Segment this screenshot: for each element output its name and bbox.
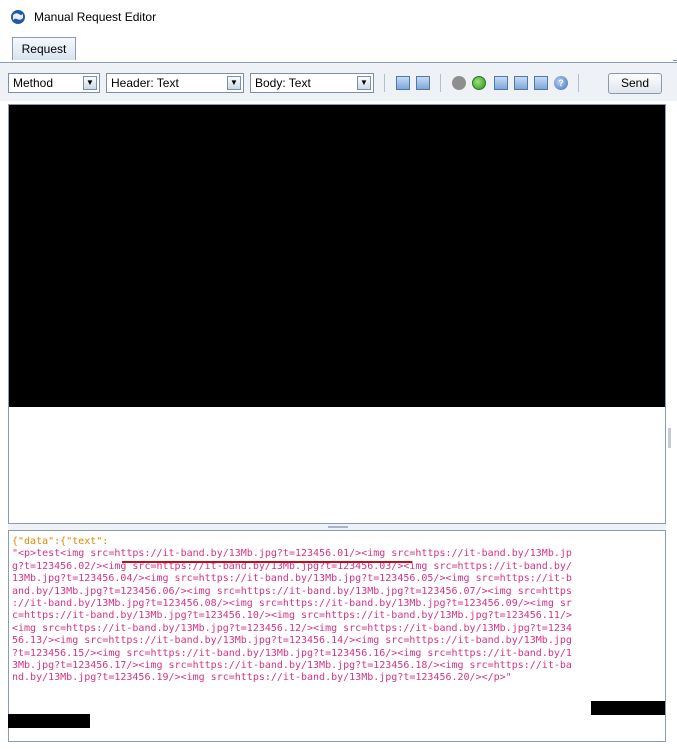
- redacted-block: [591, 701, 665, 715]
- splitter-grip[interactable]: [328, 526, 348, 528]
- annotation-underline: [122, 561, 412, 563]
- body-line: <img src=https://it-band.by/13Mb.jpg?t=1…: [12, 622, 572, 634]
- help-icon[interactable]: ?: [554, 76, 568, 90]
- scrollbar-grip[interactable]: [668, 428, 671, 448]
- redacted-area: [9, 105, 665, 407]
- redacted-block: [8, 714, 90, 728]
- body-line: ://it-band.by/13Mb.jpg?t=123456.08/><img…: [12, 598, 572, 610]
- tab-strip: Request: [0, 34, 677, 63]
- chevron-down-icon[interactable]: ▼: [227, 76, 241, 90]
- split-vertical-icon[interactable]: [416, 76, 430, 90]
- body-line: and.by/13Mb.jpg?t=123456.06/><img src=ht…: [12, 585, 572, 597]
- app-globe-icon: [11, 10, 25, 24]
- toolbar-separator: [384, 74, 385, 92]
- toolbar-separator: [440, 74, 441, 92]
- header-format-select[interactable]: Header: Text ▼: [106, 73, 244, 93]
- toolbar-separator: [578, 74, 579, 92]
- body-format-value: Body: Text: [255, 76, 311, 90]
- body-line: 13Mb.jpg?t=123456.04/><img src=https://i…: [12, 573, 572, 585]
- body-line: "<p>test<img src=https://it-band.by/13Mb…: [12, 548, 572, 560]
- title-bar: Manual Request Editor: [0, 0, 677, 34]
- chevron-down-icon[interactable]: ▼: [357, 76, 371, 90]
- chevron-down-icon[interactable]: ▼: [83, 76, 97, 90]
- header-format-value: Header: Text: [111, 76, 179, 90]
- layout-above-icon[interactable]: [514, 76, 528, 90]
- method-select-value: Method: [13, 76, 54, 90]
- method-select[interactable]: Method ▼: [8, 73, 100, 93]
- body-format-select[interactable]: Body: Text ▼: [250, 73, 374, 93]
- body-line: 56.13/><img src=https://it-band.by/13Mb.…: [12, 635, 572, 647]
- refresh-icon[interactable]: [472, 76, 486, 90]
- toolbar: Method ▼ Header: Text ▼ Body: Text ▼ ? S…: [0, 63, 677, 101]
- request-body-text[interactable]: {"data":{"text": "<p>test<img src=https:…: [12, 536, 662, 685]
- request-header-pane[interactable]: [8, 104, 666, 524]
- body-line: 3Mb.jpg?t=123456.17/><img src=https://it…: [12, 660, 572, 672]
- window-title: Manual Request Editor: [34, 10, 157, 24]
- tab-request[interactable]: Request: [12, 37, 76, 60]
- send-button[interactable]: Send: [608, 73, 662, 94]
- layout-side-icon[interactable]: [534, 76, 548, 90]
- record-icon[interactable]: [452, 76, 466, 90]
- body-line: nd.by/13Mb.jpg?t=123456.19/><img src=htt…: [12, 672, 512, 684]
- body-line: ?t=123456.15/><img src=https://it-band.b…: [12, 647, 572, 659]
- json-key: {"data":{"text":: [12, 536, 109, 547]
- split-horizontal-icon[interactable]: [396, 76, 410, 90]
- layout-tabs-icon[interactable]: [494, 76, 508, 90]
- body-line: c=https://it-band.by/13Mb.jpg?t=123456.1…: [12, 610, 572, 622]
